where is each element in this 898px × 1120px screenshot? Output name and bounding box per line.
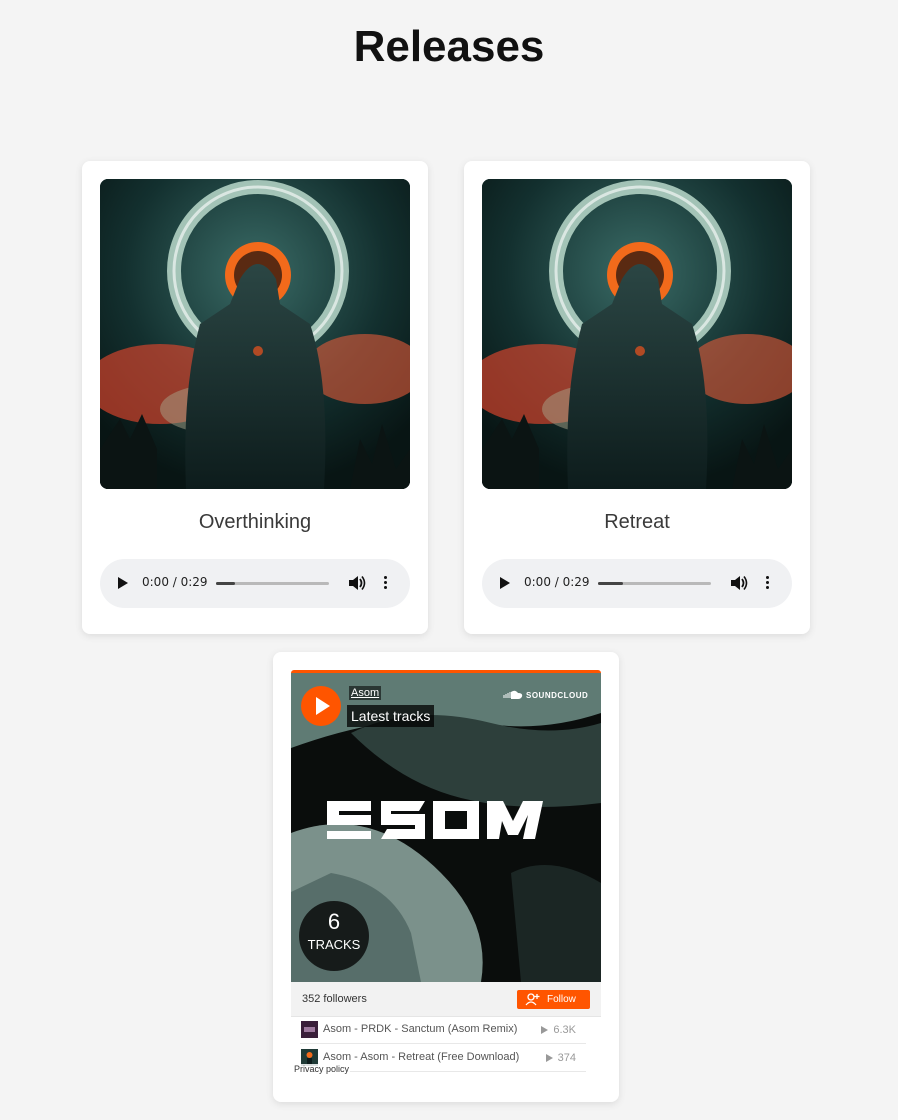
track-plays: 374 [545, 1052, 576, 1064]
release-title: Overthinking [198, 511, 312, 533]
soundcloud-brand-text: SOUNDCLOUD [526, 690, 589, 700]
seek-bar[interactable] [216, 582, 329, 585]
follow-user-icon [525, 993, 540, 1006]
track-title: Asom - Asom - Retreat (Free Download) [323, 1051, 520, 1063]
play-count: 6.3K [553, 1024, 576, 1036]
release-card-retreat: Retreat 0:00 / 0:29 [464, 161, 810, 634]
track-count: 6 [327, 909, 341, 934]
release-title: Retreat [604, 511, 670, 533]
volume-icon[interactable] [730, 575, 748, 591]
soundcloud-embed: Asom Latest tracks SOUNDCLOUD 6 TRACKS 3… [291, 670, 601, 1075]
track-count-badge: 6 TRACKS [299, 901, 369, 971]
more-vert-icon[interactable] [764, 575, 770, 591]
set-title: Latest tracks [347, 705, 435, 727]
followers-bar: 352 followers Follow [291, 982, 601, 1017]
play-icon[interactable] [500, 577, 510, 589]
soundcloud-widget-card: Asom Latest tracks SOUNDCLOUD 6 TRACKS 3… [273, 652, 619, 1102]
seek-bar-fill [598, 582, 623, 585]
page-title: Releases [353, 22, 545, 71]
playlist-artwork: Asom Latest tracks SOUNDCLOUD 6 TRACKS [291, 673, 601, 982]
soundcloud-icon [503, 690, 523, 699]
play-count-icon [541, 1026, 549, 1035]
play-count-icon [545, 1054, 553, 1063]
privacy-policy-link[interactable]: Privacy policy [293, 1064, 351, 1074]
seek-bar-fill [216, 582, 236, 585]
follow-button[interactable]: Follow [517, 990, 590, 1009]
track-title: Asom - PRDK - Sanctum (Asom Remix) [323, 1023, 518, 1035]
album-cover [482, 179, 792, 489]
follow-label: Follow [547, 994, 576, 1005]
play-icon[interactable] [118, 577, 128, 589]
artist-link[interactable]: Asom [349, 686, 382, 700]
soundcloud-play-button[interactable] [301, 686, 341, 726]
time-display: 0:00 / 0:29 [142, 575, 208, 589]
track-row[interactable]: Asom - PRDK - Sanctum (Asom Remix) 6.3K [300, 1017, 586, 1044]
more-vert-icon[interactable] [382, 575, 388, 591]
release-card-overthinking: Overthinking 0:00 / 0:29 [82, 161, 428, 634]
soundcloud-logo[interactable]: SOUNDCLOUD [503, 688, 588, 702]
followers-count: 352 followers [302, 993, 367, 1005]
audio-player: 0:00 / 0:29 [482, 559, 792, 608]
seek-bar[interactable] [598, 582, 711, 585]
play-count: 374 [557, 1052, 576, 1064]
volume-icon[interactable] [348, 575, 366, 591]
track-thumbnail [301, 1021, 318, 1038]
album-cover [100, 179, 410, 489]
audio-player: 0:00 / 0:29 [100, 559, 410, 608]
time-display: 0:00 / 0:29 [524, 575, 590, 589]
track-plays: 6.3K [541, 1024, 576, 1036]
track-count-label: TRACKS [307, 937, 361, 952]
